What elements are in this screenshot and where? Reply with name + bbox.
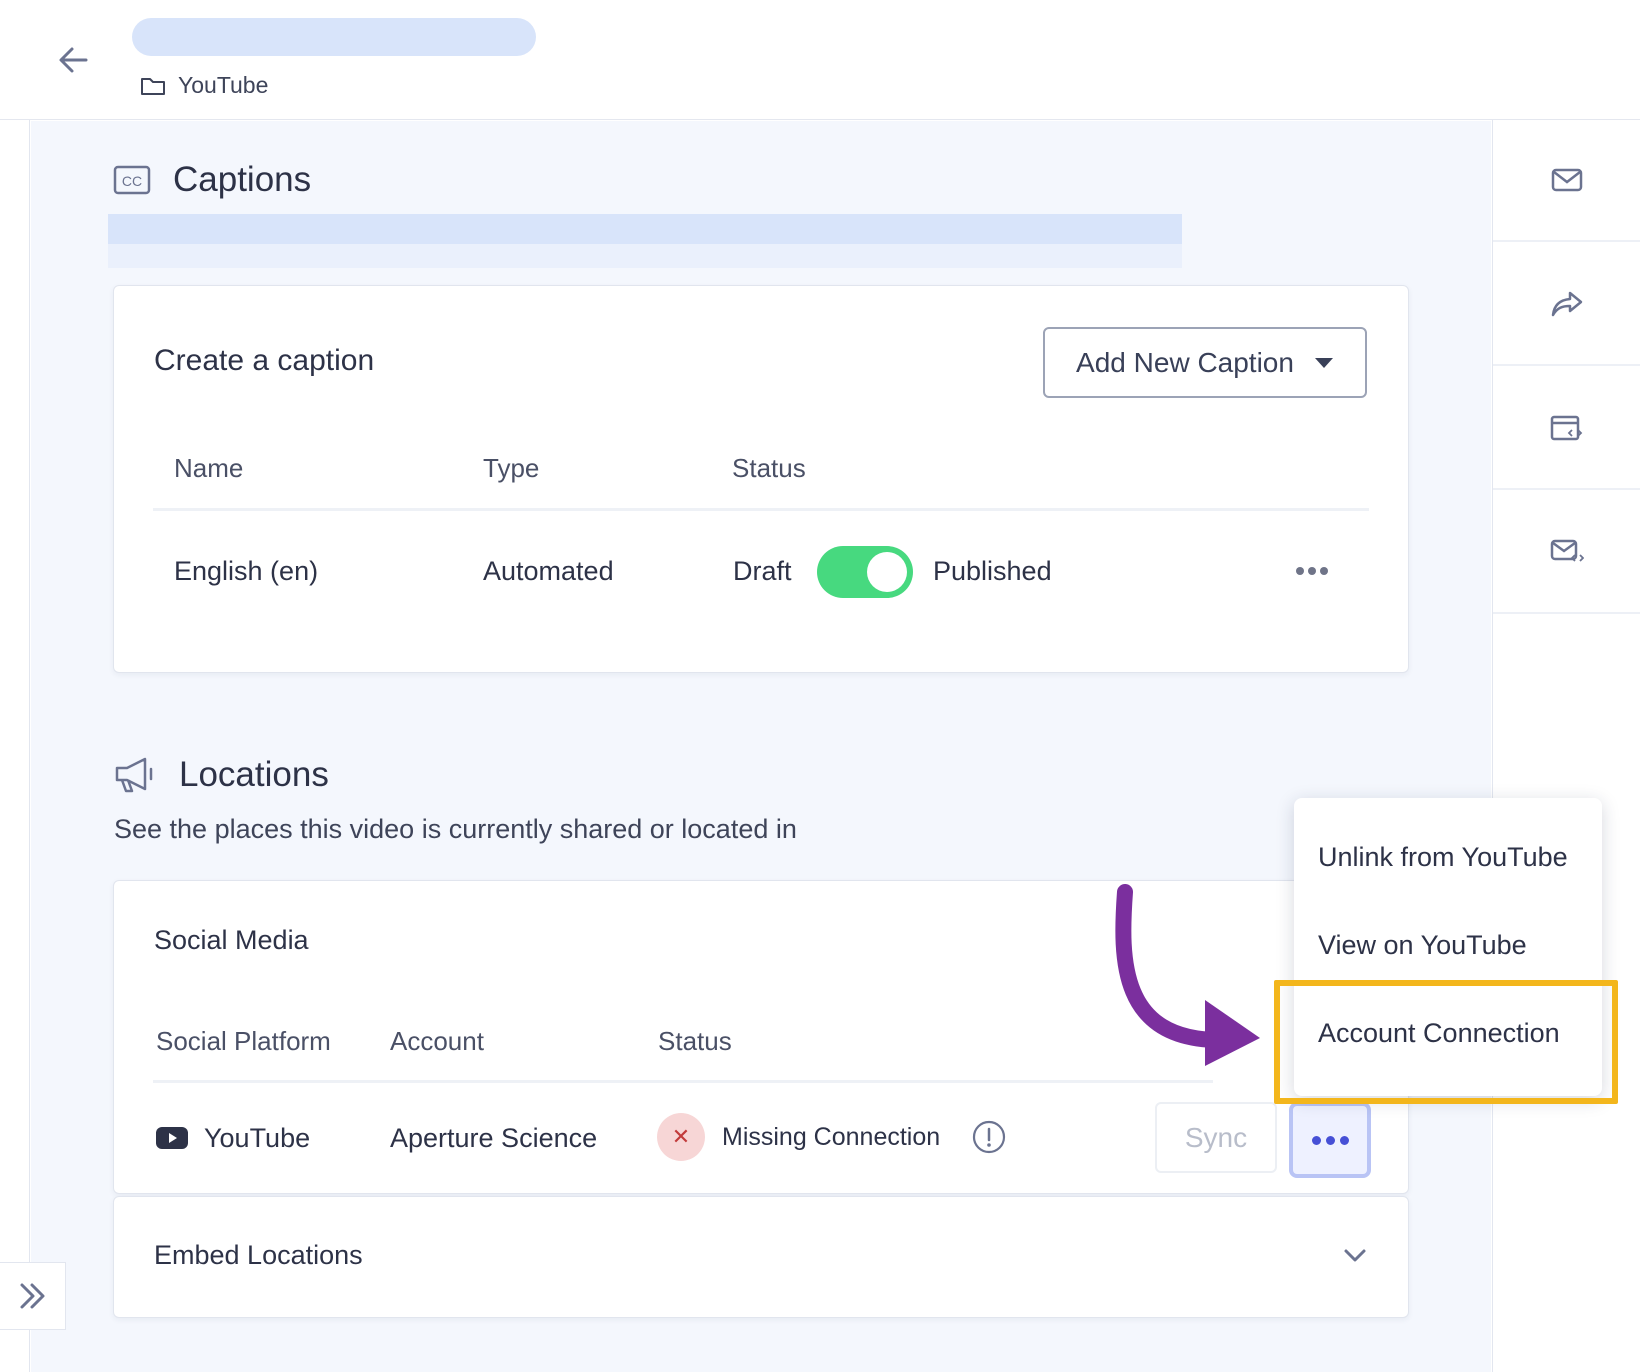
social-row-account: Aperture Science: [390, 1123, 598, 1153]
rail-email-embed-button[interactable]: [1493, 492, 1640, 614]
caption-status-published-label: Published: [933, 556, 1052, 586]
breadcrumb[interactable]: YouTube: [140, 72, 268, 99]
locations-title: Locations: [179, 755, 329, 794]
social-row-status: Missing Connection: [722, 1123, 941, 1151]
arrow-left-icon[interactable]: [54, 40, 94, 80]
folder-icon: [141, 77, 165, 95]
social-table-divider: [153, 1080, 1213, 1083]
social-row-more-button[interactable]: [1289, 1102, 1371, 1178]
sync-label: Sync: [1184, 1121, 1248, 1153]
caption-col-status: Status: [732, 453, 806, 483]
caption-row-type: Automated: [483, 556, 614, 586]
expand-sidebar-button[interactable]: [0, 1262, 66, 1330]
annotation-arrow: [1115, 884, 1260, 1066]
captions-header: CC Captions: [113, 160, 311, 200]
locations-subtitle: See the places this video is currently s…: [114, 814, 797, 844]
dot: [1296, 567, 1304, 575]
add-new-caption-button[interactable]: Add New Caption: [1043, 327, 1367, 398]
megaphone-icon: [115, 757, 153, 793]
menu-item-unlink[interactable]: Unlink from YouTube: [1318, 842, 1568, 873]
chevron-down-icon[interactable]: [1340, 1240, 1370, 1270]
dot: [1311, 1135, 1321, 1145]
email-embed-icon: [1550, 539, 1584, 562]
caption-col-type: Type: [483, 453, 540, 483]
mail-icon: [1551, 168, 1583, 192]
locations-header: Locations: [113, 755, 329, 795]
video-title-placeholder: [132, 18, 536, 56]
dot: [1308, 567, 1316, 575]
social-col-platform: Social Platform: [156, 1026, 331, 1056]
add-new-caption-label: Add New Caption: [1076, 346, 1294, 378]
right-rail: [1492, 120, 1640, 1372]
social-row-platform: YouTube: [204, 1123, 311, 1153]
captions-title: Captions: [173, 160, 312, 199]
svg-text:CC: CC: [122, 173, 142, 189]
double-chevron-right-icon: [20, 1283, 44, 1309]
menu-item-view[interactable]: View on YouTube: [1318, 930, 1527, 961]
annotation-highlight-box: [1274, 980, 1618, 1104]
create-caption-title: Create a caption: [154, 344, 375, 377]
caret-down-icon: [1314, 357, 1333, 368]
youtube-icon: [156, 1127, 188, 1149]
top-bar: YouTube: [0, 0, 1640, 120]
toggle-knob: [867, 552, 907, 592]
breadcrumb-folder-label: YouTube: [178, 72, 269, 98]
x-icon: ✕: [657, 1113, 705, 1161]
dot: [1339, 1135, 1349, 1145]
closed-captions-icon: CC: [113, 165, 151, 195]
embed-locations-title: Embed Locations: [154, 1240, 363, 1270]
rail-share-button[interactable]: [1493, 244, 1640, 366]
social-media-title: Social Media: [154, 925, 309, 955]
caption-row-more-button[interactable]: [1296, 567, 1328, 575]
share-icon: [1551, 291, 1583, 317]
caption-table-divider: [153, 508, 1369, 511]
rail-email-button[interactable]: [1493, 120, 1640, 242]
embed-window-icon: [1550, 415, 1583, 441]
social-col-account: Account: [390, 1026, 484, 1056]
caption-status-draft-label: Draft: [733, 556, 792, 586]
social-col-status: Status: [658, 1026, 732, 1056]
dot: [1320, 567, 1328, 575]
caption-col-name: Name: [174, 453, 244, 483]
dot: [1325, 1135, 1335, 1145]
sync-button[interactable]: Sync: [1155, 1102, 1277, 1173]
left-gutter: [0, 120, 30, 1372]
exclamation-circle-icon[interactable]: [972, 1120, 1006, 1154]
publish-toggle[interactable]: [817, 546, 913, 598]
rail-embed-button[interactable]: [1493, 368, 1640, 490]
caption-placeholder-bar: [108, 214, 1182, 244]
caption-row-name: English (en): [174, 556, 319, 586]
caption-placeholder-bar-light: [108, 244, 1182, 268]
